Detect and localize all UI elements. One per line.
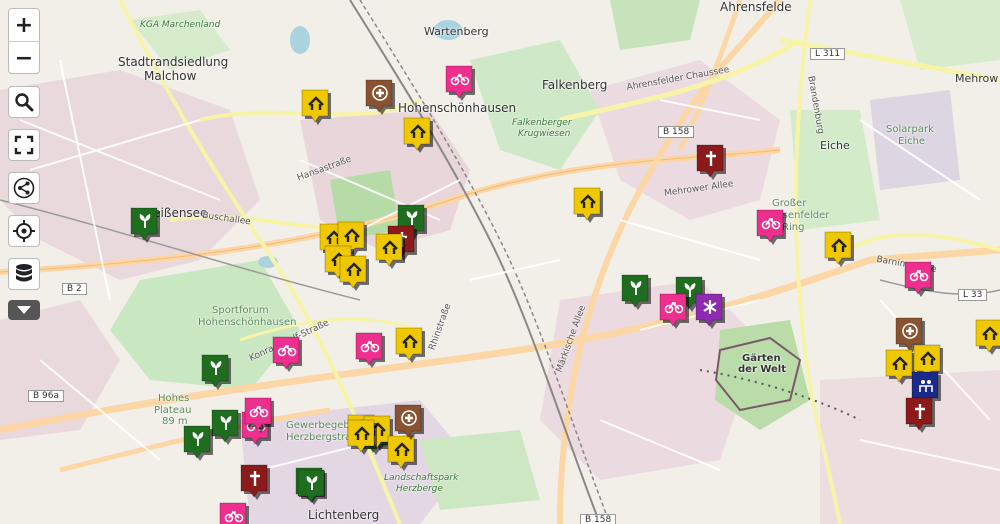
place-label: Falkenberg — [542, 78, 608, 92]
zoom-in-button[interactable]: + — [9, 9, 39, 41]
locate-button[interactable] — [8, 215, 40, 247]
place-label: Ahrensfelde — [720, 0, 792, 14]
poi-marker-cross[interactable] — [240, 464, 270, 500]
poi-marker-fitness[interactable] — [403, 117, 433, 153]
expand-menu-button[interactable] — [8, 300, 40, 320]
poi-marker-medical[interactable] — [394, 404, 424, 440]
place-label: Hohenschönhausen — [198, 317, 297, 328]
place-label: Solarpark — [886, 124, 934, 135]
road-shield: B 158 — [580, 514, 617, 524]
poi-marker-star[interactable] — [695, 293, 725, 329]
zoom-out-button[interactable]: − — [9, 41, 39, 73]
poi-marker-bicycle[interactable] — [904, 261, 934, 297]
place-label: Herzberge — [396, 484, 443, 494]
search-button[interactable] — [8, 86, 40, 118]
poi-marker-bicycle[interactable] — [355, 332, 385, 368]
place-label: Krugwiesen — [518, 129, 571, 139]
place-label: Stadtrandsiedlung — [118, 55, 229, 69]
road-shield: B 96a — [28, 390, 65, 402]
poi-marker-fitness[interactable] — [339, 255, 369, 291]
place-label: Landschaftspark — [384, 473, 459, 483]
poi-marker-fitness[interactable] — [885, 349, 915, 385]
poi-marker-fitness[interactable] — [375, 233, 405, 269]
poi-marker-fitness[interactable] — [387, 435, 417, 471]
place-label: Wartenberg — [424, 25, 489, 38]
place-label: KGA Marchenland — [140, 20, 221, 30]
poi-marker-fitness[interactable] — [573, 187, 603, 223]
poi-marker-medical[interactable] — [365, 79, 395, 115]
fullscreen-button[interactable] — [8, 129, 40, 161]
place-label: Sportforum — [212, 305, 269, 316]
poi-marker-cross[interactable] — [696, 144, 726, 180]
poi-marker-fitness[interactable] — [301, 89, 331, 125]
road-shield: L 311 — [810, 48, 846, 60]
poi-marker-plant[interactable] — [130, 207, 160, 243]
poi-marker-plant[interactable] — [621, 274, 651, 310]
place-label: Eiche — [898, 136, 926, 147]
poi-marker-plant[interactable] — [211, 409, 241, 445]
place-label: Mehrow — [955, 72, 999, 85]
poi-marker-plant[interactable] — [297, 469, 327, 505]
road-shield: B 158 — [658, 126, 695, 138]
chevron-down-icon — [17, 306, 31, 314]
crosshair-icon — [13, 220, 35, 242]
search-icon — [15, 93, 34, 112]
place-label: Eiche — [820, 139, 850, 152]
place-label: Malchow — [144, 69, 197, 83]
poi-marker-plant[interactable] — [201, 354, 231, 390]
poi-marker-fitness[interactable] — [824, 231, 854, 267]
place-label: Lichtenberg — [308, 508, 380, 522]
poi-marker-fitness[interactable] — [395, 327, 425, 363]
poi-marker-bicycle[interactable] — [659, 293, 689, 329]
poi-marker-plant[interactable] — [183, 425, 213, 461]
place-label: Großer — [772, 198, 807, 209]
poi-marker-bicycle[interactable] — [445, 65, 475, 101]
poi-marker-bicycle[interactable] — [756, 209, 786, 245]
share-button[interactable] — [8, 172, 40, 204]
layers-button[interactable] — [8, 258, 40, 290]
share-icon — [13, 177, 35, 199]
place-label: Hohenschönhausen — [398, 101, 517, 115]
poi-marker-bicycle[interactable] — [244, 397, 274, 433]
place-label: der Welt — [738, 364, 787, 375]
road-shield: B 2 — [62, 283, 87, 295]
place-label: Falkenberger — [512, 118, 572, 128]
poi-marker-cross[interactable] — [905, 397, 935, 433]
poi-marker-bicycle[interactable] — [272, 336, 302, 372]
road-shield: L 33 — [958, 289, 988, 301]
fullscreen-icon — [14, 135, 34, 155]
place-label: Plateau — [154, 405, 192, 416]
poi-marker-bicycle[interactable] — [219, 502, 249, 524]
poi-marker-fitness[interactable] — [975, 319, 1000, 355]
zoom-control: + − — [8, 8, 40, 74]
place-label: Gärten — [742, 353, 781, 364]
map-canvas[interactable]: Ahrensfelde Wartenberg Stadtrandsiedlung… — [0, 0, 1000, 524]
place-label: Hohes — [158, 393, 190, 404]
database-icon — [16, 264, 32, 282]
poi-marker-fitness[interactable] — [347, 419, 377, 455]
